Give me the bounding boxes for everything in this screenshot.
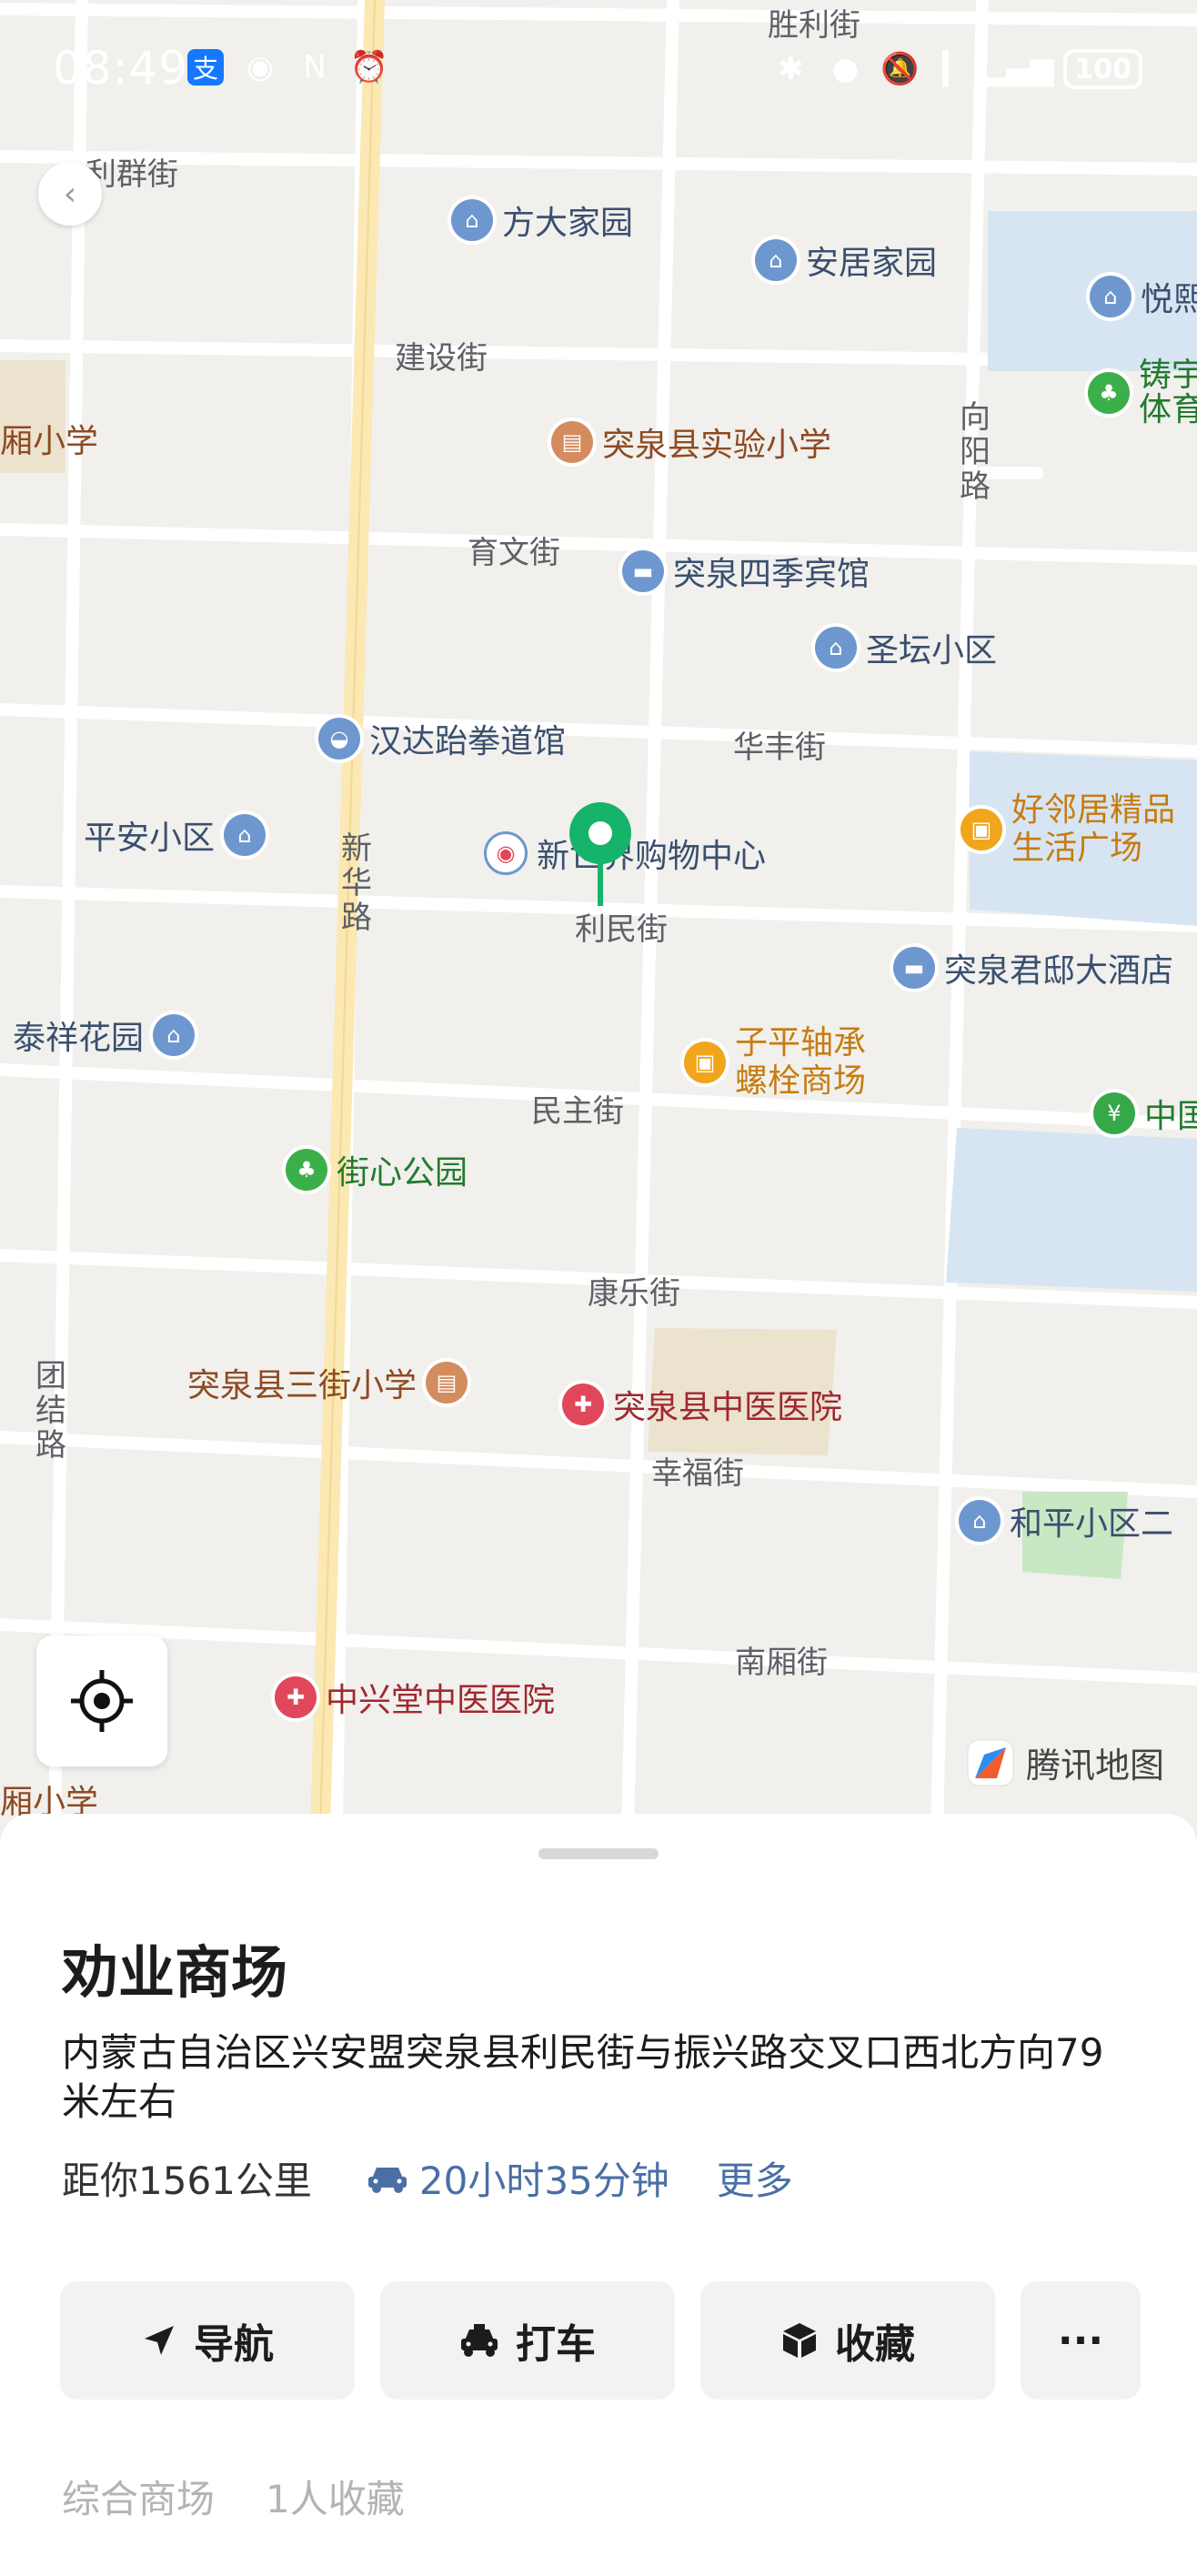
more-link[interactable]: 更多 — [717, 2150, 793, 2206]
location-icon: ● — [831, 51, 860, 87]
poi-xiangxiao-left[interactable]: 厢小学 — [0, 415, 98, 462]
street-label: 新华路 — [341, 830, 372, 936]
residential-icon: ⌂ — [153, 1014, 196, 1056]
battery-icon: 100 — [1063, 49, 1142, 89]
street-label: 建设街 — [395, 340, 488, 377]
drive-time[interactable]: 20小时35分钟 — [367, 2150, 669, 2206]
place-name: 劝业商场 — [62, 1939, 288, 2006]
street-label: 团结路 — [35, 1358, 66, 1464]
clock: 08:49 — [53, 42, 189, 95]
eye-icon: ◉ — [246, 49, 274, 86]
poi-yuexiang[interactable]: ⌂ 悦熙 — [1090, 273, 1197, 320]
signal-weak-icon: ▎ — [942, 51, 967, 87]
street-label: 幸福街 — [651, 1455, 744, 1492]
poi-shengtan[interactable]: ⌂ 圣坛小区 — [815, 624, 997, 671]
street-label: 育文街 — [468, 535, 560, 571]
cube-icon — [783, 2323, 816, 2358]
poi-pingan[interactable]: 平安小区 ⌂ — [84, 811, 267, 859]
navigation-arrow-icon — [145, 2326, 174, 2355]
residential-icon: ⌂ — [815, 627, 857, 669]
favorite-count: 1人收藏 — [266, 2477, 405, 2521]
navigate-button[interactable]: 导航 — [60, 2281, 355, 2400]
favorite-button[interactable]: 收藏 — [700, 2281, 995, 2400]
shop-icon: ▣ — [961, 809, 1002, 850]
street-label: 利民街 — [575, 911, 668, 948]
poi-zhongguo[interactable]: ¥ 中国 — [1093, 1090, 1197, 1137]
street-label: 向阳路 — [960, 399, 991, 505]
alarm-icon: ⏰ — [349, 49, 389, 86]
residential-icon: ⌂ — [755, 239, 797, 281]
back-button[interactable]: ‹ — [38, 162, 102, 226]
mall-icon: ◉ — [484, 831, 528, 875]
my-location-button[interactable] — [36, 1635, 167, 1766]
poi-zhuyu[interactable]: ♣ 铸宇 体育 — [1088, 358, 1197, 428]
sheet-drag-handle[interactable] — [538, 1848, 659, 1859]
hospital-icon: ✚ — [562, 1384, 604, 1425]
selected-location-marker[interactable] — [564, 800, 637, 910]
residential-icon: ⌂ — [959, 1500, 1001, 1542]
residential-icon: ⌂ — [1090, 276, 1132, 317]
poi-fangda[interactable]: ⌂ 方大家园 — [451, 196, 633, 244]
residential-icon: ⌂ — [224, 814, 267, 856]
hotel-icon: ▬ — [893, 947, 935, 989]
poi-sanjie[interactable]: 突泉县三街小学 ▤ — [187, 1359, 468, 1406]
status-bar: 08:49 支 ◉ N ⏰ ✱ ● 🔕 ▎ ▂▄▆ 100 — [0, 0, 1197, 95]
tencent-map-icon — [967, 1739, 1014, 1786]
bluetooth-icon: ✱ — [778, 51, 804, 87]
action-buttons: 导航 打车 收藏 ··· — [60, 2281, 1141, 2400]
poi-anju[interactable]: ⌂ 安居家园 — [755, 236, 937, 284]
poi-taixiang[interactable]: 泰祥花园 ⌂ — [13, 1011, 196, 1059]
street-label: 民主街 — [531, 1093, 624, 1130]
poi-zhongxingtang[interactable]: ✚ 中兴堂中医医院 — [275, 1674, 555, 1721]
place-info-row: 距你1561公里 20小时35分钟 更多 — [62, 2150, 793, 2206]
signal-icon: ▂▄▆ — [982, 51, 1054, 87]
poi-ziping[interactable]: ▣ 子平轴承 螺栓商场 — [684, 1024, 866, 1101]
category-tag: 综合商场 — [62, 2477, 216, 2521]
hotel-icon: ▬ — [622, 550, 664, 592]
poi-shiyan[interactable]: ▤ 突泉县实验小学 — [551, 418, 831, 466]
taxi-button[interactable]: 打车 — [380, 2281, 675, 2400]
school-icon: ▤ — [426, 1362, 468, 1404]
park-icon: ♣ — [1088, 372, 1130, 414]
street-label: 华丰街 — [733, 730, 826, 766]
chevron-left-icon: ‹ — [63, 175, 77, 213]
place-tags: 综合商场 1人收藏 — [62, 2469, 405, 2524]
poi-handa[interactable]: ◒ 汉达跆拳道馆 — [318, 715, 566, 762]
street-label: 康乐街 — [588, 1275, 680, 1312]
distance-text: 距你1561公里 — [62, 2158, 312, 2203]
park-icon: ♣ — [286, 1149, 327, 1191]
shop-icon: ▣ — [684, 1041, 726, 1083]
residential-icon: ⌂ — [451, 199, 493, 241]
poi-heping[interactable]: ⌂ 和平小区二 — [959, 1497, 1173, 1545]
taxi-icon — [461, 2324, 498, 2357]
street-label: 南厢街 — [735, 1645, 828, 1681]
more-dots-icon: ··· — [1057, 2317, 1104, 2364]
poi-jiexin[interactable]: ♣ 街心公园 — [286, 1146, 468, 1193]
more-options-button[interactable]: ··· — [1021, 2281, 1141, 2400]
place-detail-sheet[interactable]: 劝业商场 内蒙古自治区兴安盟突泉县利民街与振兴路交叉口西北方向79米左右 距你1… — [0, 1814, 1197, 2576]
locate-target-icon — [71, 1670, 133, 1732]
gym-icon: ◒ — [318, 718, 360, 760]
hospital-icon: ✚ — [275, 1676, 317, 1718]
car-icon — [367, 2167, 407, 2193]
map-provider-logo: 腾讯地图 — [966, 1737, 1164, 1787]
school-icon: ▤ — [551, 421, 593, 463]
nfc-icon: N — [303, 49, 327, 86]
bank-icon: ¥ — [1093, 1092, 1135, 1134]
alipay-icon: 支 — [187, 49, 224, 86]
mute-icon: 🔕 — [880, 51, 920, 87]
poi-zhongyi[interactable]: ✚ 突泉县中医医院 — [562, 1381, 842, 1428]
place-address: 内蒙古自治区兴安盟突泉县利民街与振兴路交叉口西北方向79米左右 — [62, 2030, 1104, 2124]
poi-siji[interactable]: ▬ 突泉四季宾馆 — [622, 548, 870, 595]
map-view[interactable]: 胜利街 利群街 建设街 育文街 华丰街 利民街 民主街 康乐街 幸福街 南厢街 … — [0, 0, 1197, 1828]
poi-haolinju[interactable]: ▣ 好邻居精品 生活广场 — [961, 791, 1175, 868]
poi-junyuan[interactable]: ▬ 突泉君邸大酒店 — [893, 944, 1173, 991]
